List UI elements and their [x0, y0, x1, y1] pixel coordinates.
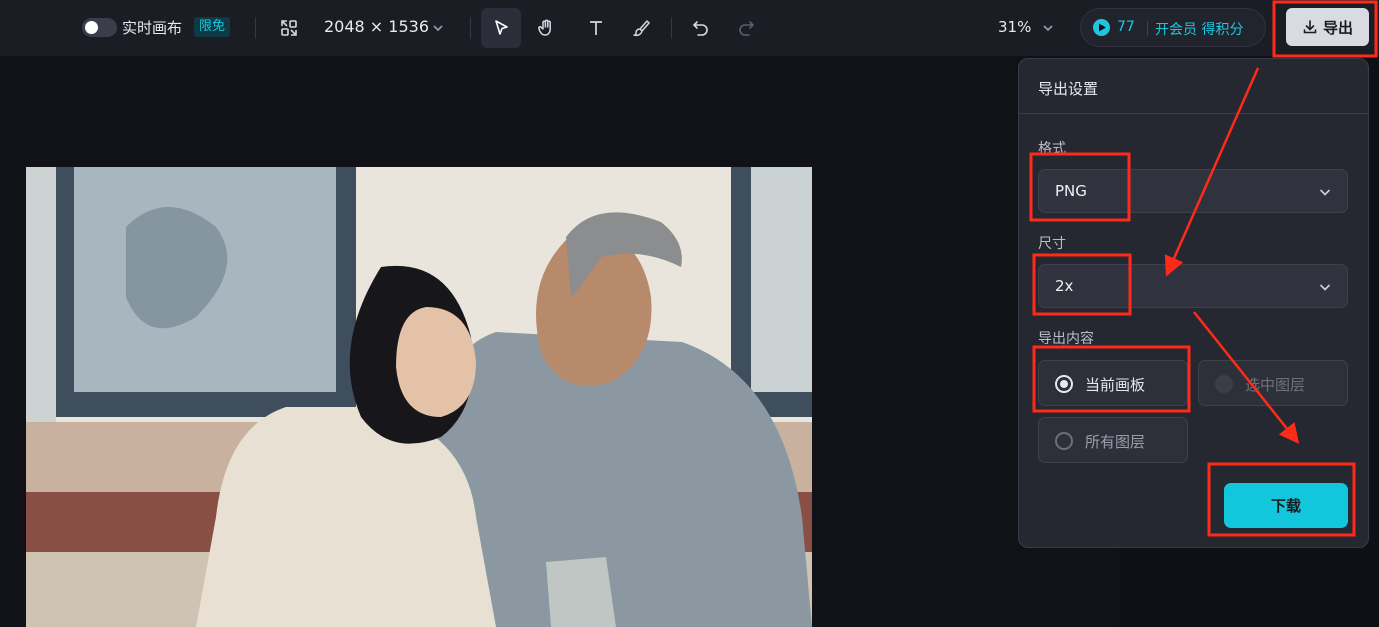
option-current-artboard[interactable]: 当前画板 — [1038, 360, 1188, 406]
radio-empty-icon — [1055, 432, 1073, 450]
size-select[interactable]: 2x — [1038, 264, 1348, 308]
radio-selected-icon — [1055, 375, 1073, 393]
option-label: 选中图层 — [1245, 376, 1306, 394]
hand-tool-icon — [538, 19, 551, 36]
option-selected-layer: 选中图层 — [1198, 360, 1348, 406]
points-count: 77 — [1117, 19, 1135, 35]
illustration-image — [26, 167, 812, 627]
export-content-label: 导出内容 — [1038, 331, 1094, 347]
redo-button[interactable] — [726, 8, 766, 48]
select-tool-button[interactable] — [481, 8, 521, 48]
realtime-canvas-label: 实时画布 — [122, 19, 183, 37]
membership-link[interactable]: 开会员 得积分 — [1155, 19, 1243, 39]
artboard-image[interactable] — [26, 167, 812, 627]
zoom-selector[interactable]: 31% — [998, 18, 1031, 36]
select-tool-icon — [495, 20, 508, 35]
resize-canvas-button[interactable] — [269, 8, 309, 48]
realtime-canvas-toggle[interactable] — [82, 18, 117, 37]
format-value: PNG — [1055, 182, 1087, 200]
panel-divider — [1019, 113, 1368, 114]
chevron-down-icon — [1319, 189, 1331, 196]
export-button-label: 导出 — [1322, 18, 1353, 37]
download-icon — [1303, 20, 1317, 34]
size-value: 2x — [1055, 277, 1074, 295]
redo-icon — [739, 21, 755, 36]
option-label: 当前画板 — [1085, 376, 1146, 394]
toggle-knob — [85, 21, 98, 34]
format-select[interactable]: PNG — [1038, 169, 1348, 213]
brush-tool-button[interactable] — [621, 8, 661, 48]
brush-tool-icon — [633, 20, 650, 37]
text-tool-button[interactable] — [576, 8, 616, 48]
points-divider — [1147, 21, 1148, 36]
option-all-layers[interactable]: 所有图层 — [1038, 417, 1188, 463]
text-tool-icon — [590, 21, 602, 35]
undo-button[interactable] — [681, 8, 721, 48]
toolbar-divider — [470, 17, 471, 39]
points-pill[interactable]: 77 开会员 得积分 — [1080, 8, 1266, 47]
chevron-down-icon[interactable] — [431, 21, 445, 35]
top-toolbar: 实时画布 限免 2048 × 1536 31% 77 开会员 得积分 导出 — [0, 0, 1379, 56]
free-badge: 限免 — [194, 17, 231, 37]
option-label: 所有图层 — [1085, 433, 1146, 451]
canvas-size-selector[interactable]: 2048 × 1536 — [324, 17, 429, 36]
points-coin-icon — [1093, 19, 1110, 36]
chevron-down-icon[interactable] — [1041, 21, 1055, 35]
export-button[interactable]: 导出 — [1286, 8, 1369, 46]
hand-tool-button[interactable] — [526, 8, 566, 48]
toolbar-divider — [671, 17, 672, 39]
format-label: 格式 — [1038, 141, 1066, 157]
size-label: 尺寸 — [1038, 236, 1066, 252]
undo-icon — [692, 21, 708, 36]
download-button[interactable]: 下载 — [1224, 483, 1348, 528]
export-settings-panel: 导出设置 格式 PNG 尺寸 2x 导出内容 当前画板 选中图层 所有图层 下载 — [1018, 58, 1369, 548]
panel-title: 导出设置 — [1038, 80, 1099, 98]
radio-disabled-icon — [1215, 375, 1233, 393]
chevron-down-icon — [1319, 284, 1331, 291]
toolbar-divider — [255, 17, 256, 39]
resize-icon — [281, 20, 297, 36]
